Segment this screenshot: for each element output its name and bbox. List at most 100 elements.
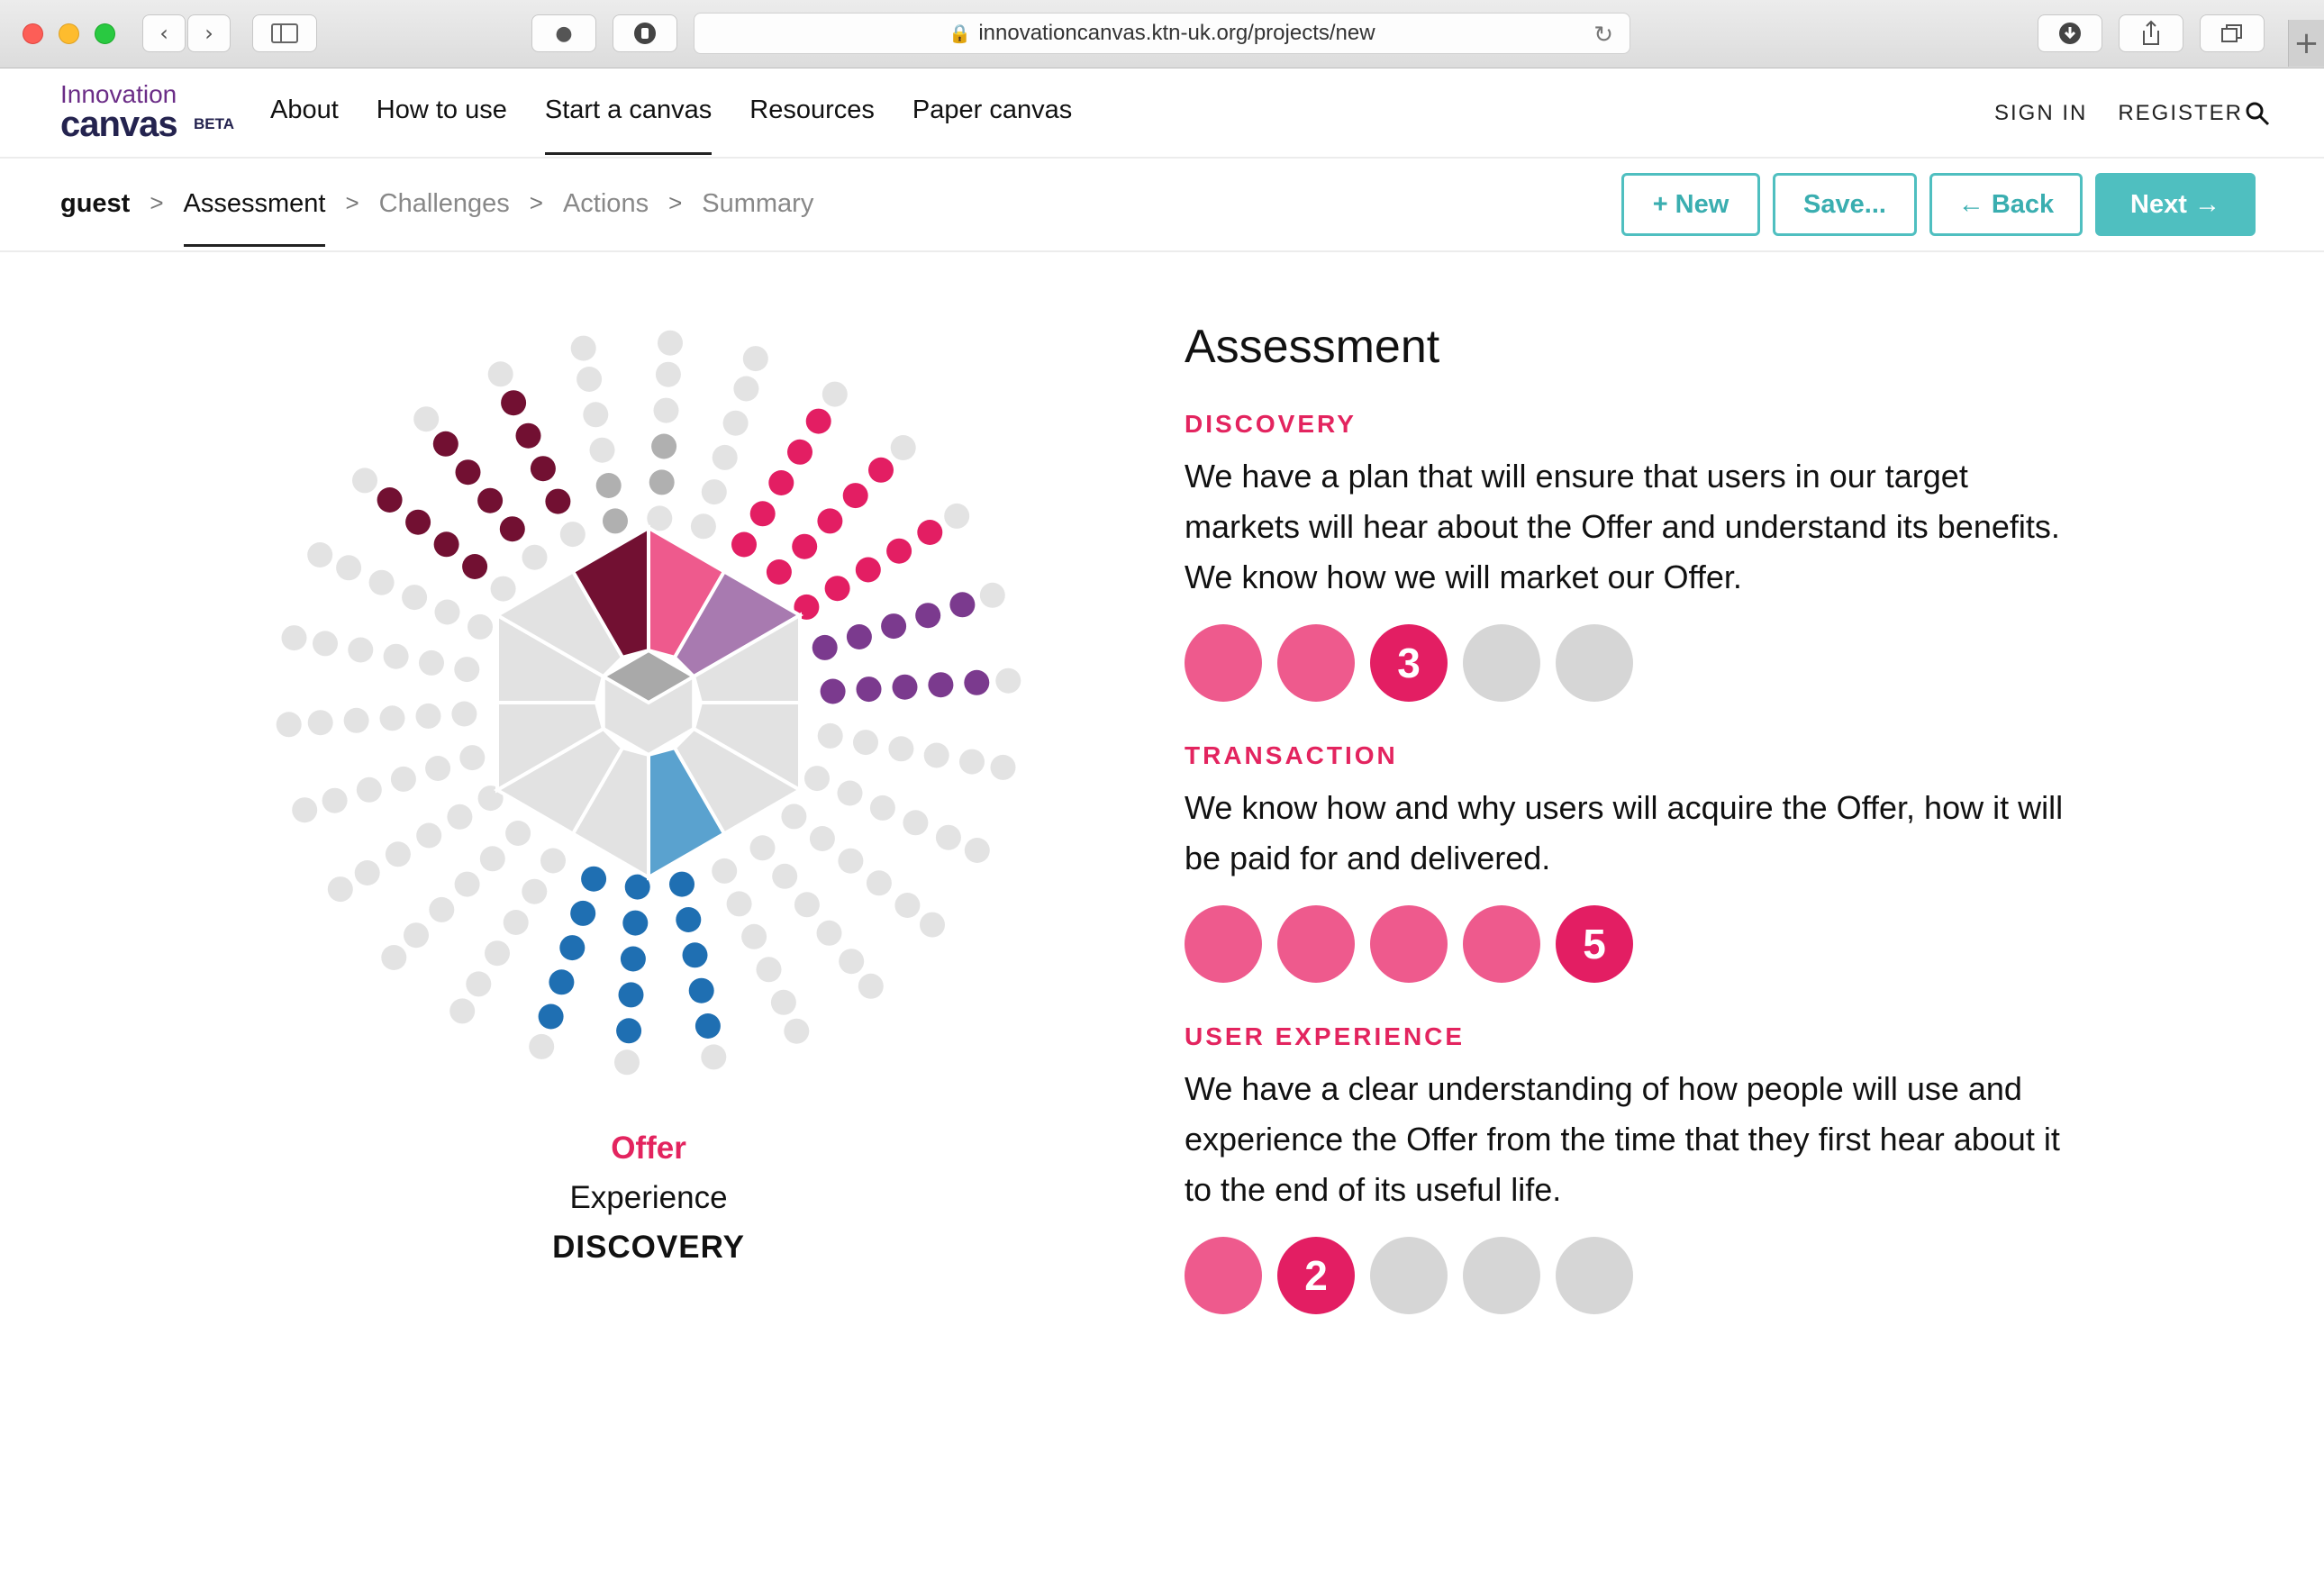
- forward-nav-button[interactable]: ›: [187, 14, 231, 52]
- score-dot-4[interactable]: [1463, 1237, 1540, 1314]
- ring-dot: [682, 942, 708, 968]
- address-bar[interactable]: 🔒 innovationcanvas.ktn-uk.org/projects/n…: [694, 13, 1630, 54]
- breadcrumb-summary[interactable]: Summary: [702, 189, 813, 244]
- downloads-button[interactable]: [2038, 14, 2102, 52]
- score-dot-3[interactable]: [1370, 1237, 1448, 1314]
- save-button[interactable]: Save...: [1773, 173, 1917, 236]
- ring-dot: [425, 756, 451, 781]
- score-dot-4[interactable]: [1463, 624, 1540, 702]
- ring-dot: [490, 576, 516, 602]
- ring-dot: [485, 940, 510, 967]
- new-button[interactable]: + New: [1621, 173, 1760, 236]
- score-dot-4[interactable]: [1463, 905, 1540, 983]
- next-button[interactable]: Next →: [2095, 173, 2256, 236]
- search-icon[interactable]: [2245, 101, 2270, 126]
- section-description: We have a clear understanding of how peo…: [1185, 1070, 2060, 1208]
- sign-in-link[interactable]: SIGN IN: [1994, 101, 2087, 126]
- reload-icon[interactable]: ↻: [1593, 21, 1613, 49]
- nav-paper-canvas[interactable]: Paper canvas: [912, 95, 1072, 155]
- ring-dot: [559, 935, 586, 961]
- ring-dot: [820, 678, 846, 704]
- score-dot-5[interactable]: [1556, 1237, 1633, 1314]
- ring-dot: [741, 923, 767, 949]
- tab-overview-button[interactable]: [2200, 14, 2265, 52]
- site-header: Innovation canvas BETA About How to use …: [0, 68, 2324, 159]
- share-button[interactable]: [2119, 14, 2183, 52]
- breadcrumb-actions[interactable]: Actions: [563, 189, 649, 244]
- nav-resources[interactable]: Resources: [749, 95, 875, 155]
- ring-dot: [383, 643, 409, 669]
- nav-about[interactable]: About: [270, 95, 339, 155]
- ring-dot: [455, 459, 481, 486]
- url-text: innovationcanvas.ktn-uk.org/projects/new: [978, 21, 1375, 45]
- ring-dot: [327, 876, 353, 903]
- beta-badge: BETA: [194, 115, 235, 132]
- ring-dot: [917, 520, 943, 545]
- ring-dot: [352, 468, 377, 494]
- breadcrumb-challenges[interactable]: Challenges: [379, 189, 510, 244]
- score-dot-2[interactable]: 2: [1277, 1237, 1355, 1314]
- score-dot-3[interactable]: [1370, 905, 1448, 983]
- score-dot-2[interactable]: [1277, 905, 1355, 983]
- ring-dot: [276, 712, 302, 738]
- back-button[interactable]: ← Back: [1929, 173, 2083, 236]
- ring-dot: [447, 804, 473, 830]
- score-dot-1[interactable]: [1185, 905, 1262, 983]
- sidebar-toggle-button[interactable]: [252, 14, 317, 52]
- logo[interactable]: Innovation canvas BETA: [60, 81, 234, 143]
- assessment-section-user-experience: USER EXPERIENCE We have a clear understa…: [1185, 1022, 2085, 1314]
- download-icon: [2059, 23, 2081, 44]
- share-icon: [2143, 20, 2159, 45]
- ring-dot: [886, 538, 912, 564]
- new-tab-button[interactable]: +: [2288, 20, 2324, 67]
- close-window-button[interactable]: [23, 23, 43, 44]
- ring-dot: [990, 754, 1016, 780]
- breadcrumb-assessment[interactable]: Assessment: [183, 189, 326, 247]
- evernote-extension-button[interactable]: ●: [531, 14, 596, 52]
- ring-dot: [726, 891, 752, 917]
- ring-dot: [694, 1013, 721, 1039]
- ring-dot: [487, 361, 513, 387]
- score-dot-3[interactable]: 3: [1370, 624, 1448, 702]
- assessment-panel: Assessment DISCOVERY We have a plan that…: [1185, 320, 2085, 1354]
- ring-dot: [842, 483, 868, 509]
- ring-dot: [416, 822, 442, 849]
- ring-dot: [336, 555, 362, 581]
- score-dot-2[interactable]: [1277, 624, 1355, 702]
- ring-dot: [792, 533, 818, 559]
- ring-dot: [549, 969, 575, 995]
- zoom-window-button[interactable]: [95, 23, 115, 44]
- adblock-extension-button[interactable]: [613, 14, 677, 52]
- nav-start-a-canvas[interactable]: Start a canvas: [544, 95, 713, 155]
- breadcrumb-separator: >: [668, 189, 683, 216]
- account-nav: SIGN IN REGISTER: [1964, 101, 2243, 126]
- ring-dot: [888, 736, 914, 762]
- ring-dot: [892, 674, 918, 700]
- back-nav-button[interactable]: ‹: [142, 14, 186, 52]
- minimize-window-button[interactable]: [59, 23, 79, 44]
- ring-dot: [733, 376, 759, 402]
- ring-dot: [712, 858, 738, 884]
- score-dot-5[interactable]: [1556, 624, 1633, 702]
- ring-dot: [479, 846, 505, 872]
- score-dot-1[interactable]: [1185, 1237, 1262, 1314]
- ring-dot: [853, 730, 878, 756]
- ring-dot: [343, 707, 369, 733]
- ring-dot: [515, 422, 541, 449]
- ring-dot: [415, 703, 441, 729]
- ring-dot: [432, 431, 458, 457]
- nav-how-to-use[interactable]: How to use: [377, 95, 507, 155]
- chevron-right-icon: ›: [204, 21, 213, 46]
- ring-dot: [307, 710, 333, 736]
- score-dot-1[interactable]: [1185, 624, 1262, 702]
- breadcrumb-user: guest: [60, 189, 131, 218]
- ring-dot: [701, 479, 727, 505]
- ring-dot: [816, 920, 842, 946]
- ring-dot: [413, 406, 440, 432]
- canvas-radial-diagram[interactable]: [261, 315, 1036, 1090]
- ring-dot: [869, 795, 895, 821]
- register-link[interactable]: REGISTER: [2118, 101, 2243, 126]
- ring-dot: [622, 910, 649, 936]
- score-dot-5[interactable]: 5: [1556, 905, 1633, 983]
- ring-dot: [404, 922, 429, 949]
